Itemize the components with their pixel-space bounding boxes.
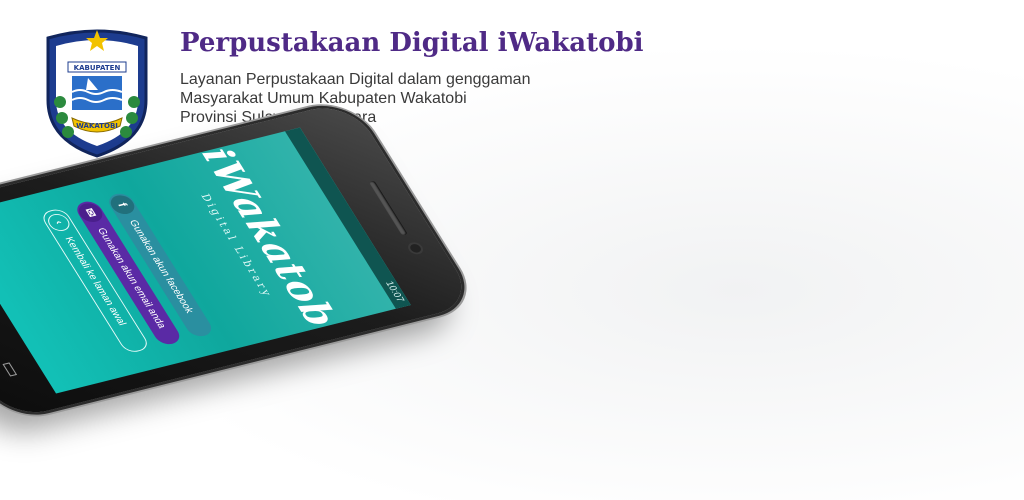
wakatobi-emblem-logo: KABUPATEN WAKATOBI: [46, 29, 148, 158]
nav-recent-apps-icon[interactable]: ▭: [0, 359, 28, 380]
page-title: Perpustakaan Digital iWakatobi: [180, 28, 644, 58]
subtitle-line: Masyarakat Umum Kabupaten Wakatobi: [180, 90, 467, 107]
back-arrow-icon: ‹: [44, 212, 74, 233]
subtitle-line: Layanan Perpustakaan Digital dalam gengg…: [180, 71, 531, 88]
email-icon: ✉: [74, 201, 107, 225]
emblem-bottom-text: WAKATOBI: [76, 122, 118, 130]
facebook-icon: f: [106, 193, 139, 217]
emblem-top-text: KABUPATEN: [74, 64, 121, 72]
